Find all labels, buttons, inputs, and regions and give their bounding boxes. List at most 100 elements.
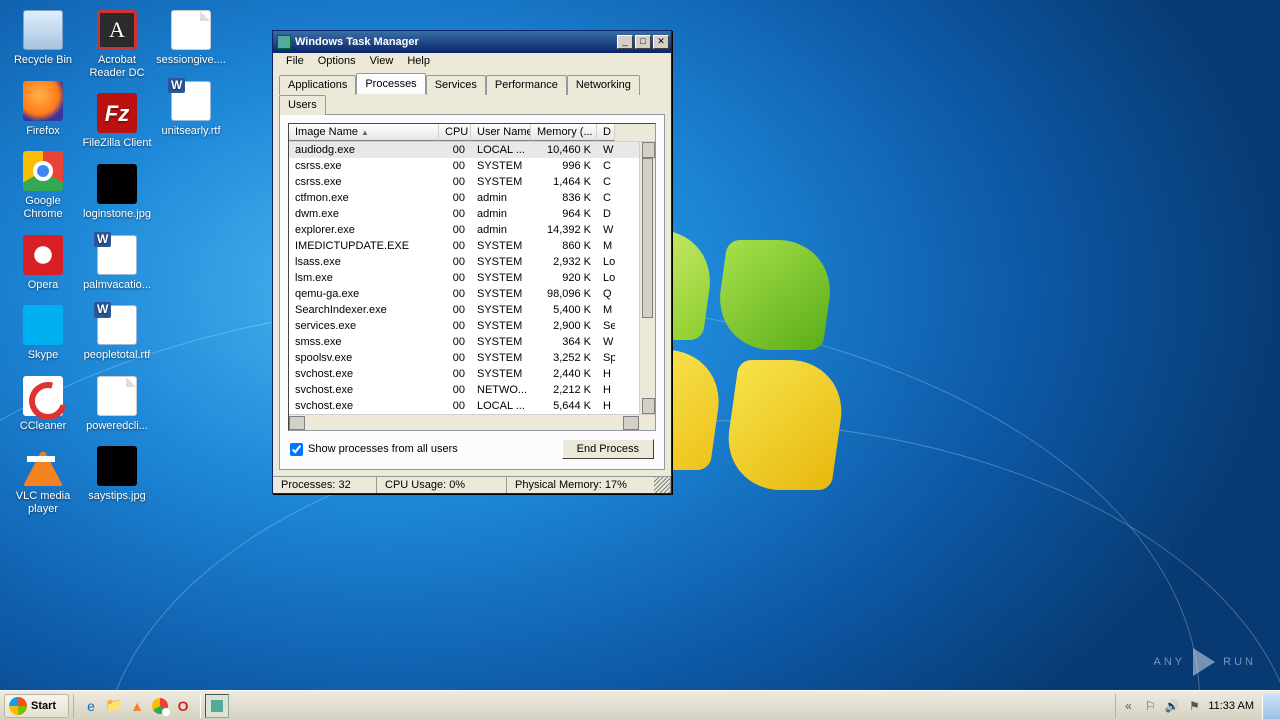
- desktop-poweredcli[interactable]: poweredcli...: [80, 370, 154, 441]
- start-orb-icon: [9, 697, 27, 715]
- cell-img: smss.exe: [289, 334, 439, 350]
- desktop-saystips[interactable]: saystips.jpg: [80, 440, 154, 511]
- close-button[interactable]: ✕: [653, 35, 669, 49]
- process-row[interactable]: svchost.exe00SYSTEM2,440 KH: [289, 366, 655, 382]
- opera-ql-icon[interactable]: O: [172, 695, 194, 717]
- peopletotal-icon: [97, 305, 137, 345]
- show-all-input[interactable]: [290, 443, 303, 456]
- process-row[interactable]: qemu-ga.exe00SYSTEM98,096 KQ: [289, 286, 655, 302]
- process-row[interactable]: csrss.exe00SYSTEM1,464 KC: [289, 174, 655, 190]
- firefox-icon: [23, 81, 63, 121]
- status-processes: Processes: 32: [273, 477, 377, 493]
- menu-view[interactable]: View: [363, 53, 401, 69]
- horizontal-scrollbar[interactable]: [289, 414, 655, 430]
- cell-cpu: 00: [439, 158, 471, 174]
- status-memory: Physical Memory: 17%: [507, 477, 654, 493]
- maximize-button[interactable]: □: [635, 35, 651, 49]
- tray-volume-icon[interactable]: 🔊: [1164, 698, 1180, 714]
- tab-row: ApplicationsProcessesServicesPerformance…: [273, 69, 671, 114]
- desktop-opera[interactable]: Opera: [6, 229, 80, 300]
- status-cpu: CPU Usage: 0%: [377, 477, 507, 493]
- recycle-bin-icon: [23, 10, 63, 50]
- desktop-peopletotal[interactable]: peopletotal.rtf: [80, 299, 154, 370]
- process-row[interactable]: dwm.exe00admin964 KD: [289, 206, 655, 222]
- process-row[interactable]: csrss.exe00SYSTEM996 KC: [289, 158, 655, 174]
- desktop-loginstone[interactable]: loginstone.jpg: [80, 158, 154, 229]
- process-row[interactable]: spoolsv.exe00SYSTEM3,252 KSp: [289, 350, 655, 366]
- ie-icon[interactable]: e: [80, 695, 102, 717]
- taskmgr-taskbar-button[interactable]: [205, 694, 229, 718]
- desktop-recycle-bin[interactable]: Recycle Bin: [6, 4, 80, 75]
- cell-img: IMEDICTUPDATE.EXE: [289, 238, 439, 254]
- col-desc[interactable]: D▲: [597, 124, 615, 141]
- icon-label: Recycle Bin: [8, 54, 78, 67]
- process-row[interactable]: lsm.exe00SYSTEM920 KLo: [289, 270, 655, 286]
- start-button[interactable]: Start: [4, 694, 69, 718]
- desktop-google-chrome[interactable]: Google Chrome: [6, 145, 80, 228]
- tab-applications[interactable]: Applications: [279, 75, 356, 95]
- col-user[interactable]: User Name: [471, 124, 531, 141]
- menu-options[interactable]: Options: [311, 53, 363, 69]
- cell-cpu: 00: [439, 270, 471, 286]
- process-row[interactable]: ctfmon.exe00admin836 KC: [289, 190, 655, 206]
- cell-user: SYSTEM: [471, 318, 531, 334]
- tray-expand-icon[interactable]: «: [1120, 698, 1136, 714]
- minimize-button[interactable]: _: [617, 35, 633, 49]
- icon-label: sessiongive....: [156, 54, 226, 67]
- process-row[interactable]: smss.exe00SYSTEM364 KW: [289, 334, 655, 350]
- col-image-name[interactable]: Image Name▲: [289, 124, 439, 141]
- tab-users[interactable]: Users: [279, 95, 326, 115]
- show-all-users-checkbox[interactable]: Show processes from all users: [290, 443, 458, 456]
- cell-mem: 14,392 K: [531, 222, 597, 238]
- quick-launch: e 📁 ▲ O: [73, 694, 201, 718]
- desktop-firefox[interactable]: Firefox: [6, 75, 80, 146]
- cell-user: SYSTEM: [471, 270, 531, 286]
- tab-processes[interactable]: Processes: [356, 73, 425, 94]
- process-list[interactable]: Image Name▲ CPU User Name Memory (... D▲…: [288, 123, 656, 431]
- process-row[interactable]: explorer.exe00admin14,392 KW: [289, 222, 655, 238]
- col-cpu[interactable]: CPU: [439, 124, 471, 141]
- cell-img: explorer.exe: [289, 222, 439, 238]
- tab-performance[interactable]: Performance: [486, 75, 567, 95]
- process-row[interactable]: IMEDICTUPDATE.EXE00SYSTEM860 KM: [289, 238, 655, 254]
- chrome-ql-icon[interactable]: [149, 695, 171, 717]
- menu-help[interactable]: Help: [400, 53, 437, 69]
- cell-cpu: 00: [439, 222, 471, 238]
- col-memory[interactable]: Memory (...: [531, 124, 597, 141]
- desktop-sessiongive[interactable]: sessiongive....: [154, 4, 228, 75]
- desktop-skype[interactable]: Skype: [6, 299, 80, 370]
- vlc-ql-icon[interactable]: ▲: [126, 695, 148, 717]
- resize-grip[interactable]: [654, 477, 671, 493]
- cell-mem: 5,644 K: [531, 398, 597, 414]
- task-manager-window[interactable]: Windows Task Manager _ □ ✕ FileOptionsVi…: [272, 30, 672, 494]
- icon-label: Acrobat Reader DC: [82, 54, 152, 79]
- show-desktop-button[interactable]: [1262, 693, 1280, 719]
- desktop-filezilla[interactable]: FzFileZilla Client: [80, 87, 154, 158]
- end-process-button[interactable]: End Process: [562, 439, 654, 459]
- tray-clock[interactable]: 11:33 AM: [1208, 700, 1254, 712]
- desktop-vlc[interactable]: VLC media player: [6, 440, 80, 523]
- process-row[interactable]: SearchIndexer.exe00SYSTEM5,400 KM: [289, 302, 655, 318]
- desktop-unitsearly[interactable]: unitsearly.rtf: [154, 75, 228, 146]
- desktop-ccleaner[interactable]: CCleaner: [6, 370, 80, 441]
- cell-img: SearchIndexer.exe: [289, 302, 439, 318]
- menu-file[interactable]: File: [279, 53, 311, 69]
- system-tray: « ⚐ 🔊 ⚑ 11:33 AM: [1115, 694, 1258, 718]
- desktop-palmvacatio[interactable]: palmvacatio...: [80, 229, 154, 300]
- explorer-icon[interactable]: 📁: [103, 695, 125, 717]
- tray-action-icon[interactable]: ⚐: [1142, 698, 1158, 714]
- process-row[interactable]: lsass.exe00SYSTEM2,932 KLo: [289, 254, 655, 270]
- titlebar[interactable]: Windows Task Manager _ □ ✕: [273, 31, 671, 53]
- process-row[interactable]: services.exe00SYSTEM2,900 KSe: [289, 318, 655, 334]
- tray-flag-icon[interactable]: ⚑: [1186, 698, 1202, 714]
- desktop-acrobat[interactable]: AAcrobat Reader DC: [80, 4, 154, 87]
- scroll-thumb[interactable]: [642, 158, 653, 318]
- tab-services[interactable]: Services: [426, 75, 486, 95]
- process-row[interactable]: svchost.exe00NETWO...2,212 KH: [289, 382, 655, 398]
- process-row[interactable]: audiodg.exe00LOCAL ...10,460 KW: [289, 142, 655, 158]
- taskbar: Start e 📁 ▲ O « ⚐ 🔊 ⚑ 11:33 AM: [0, 690, 1280, 720]
- tab-networking[interactable]: Networking: [567, 75, 640, 95]
- process-row[interactable]: svchost.exe00LOCAL ...5,644 KH: [289, 398, 655, 414]
- vertical-scrollbar[interactable]: [639, 142, 655, 414]
- filezilla-icon: Fz: [97, 93, 137, 133]
